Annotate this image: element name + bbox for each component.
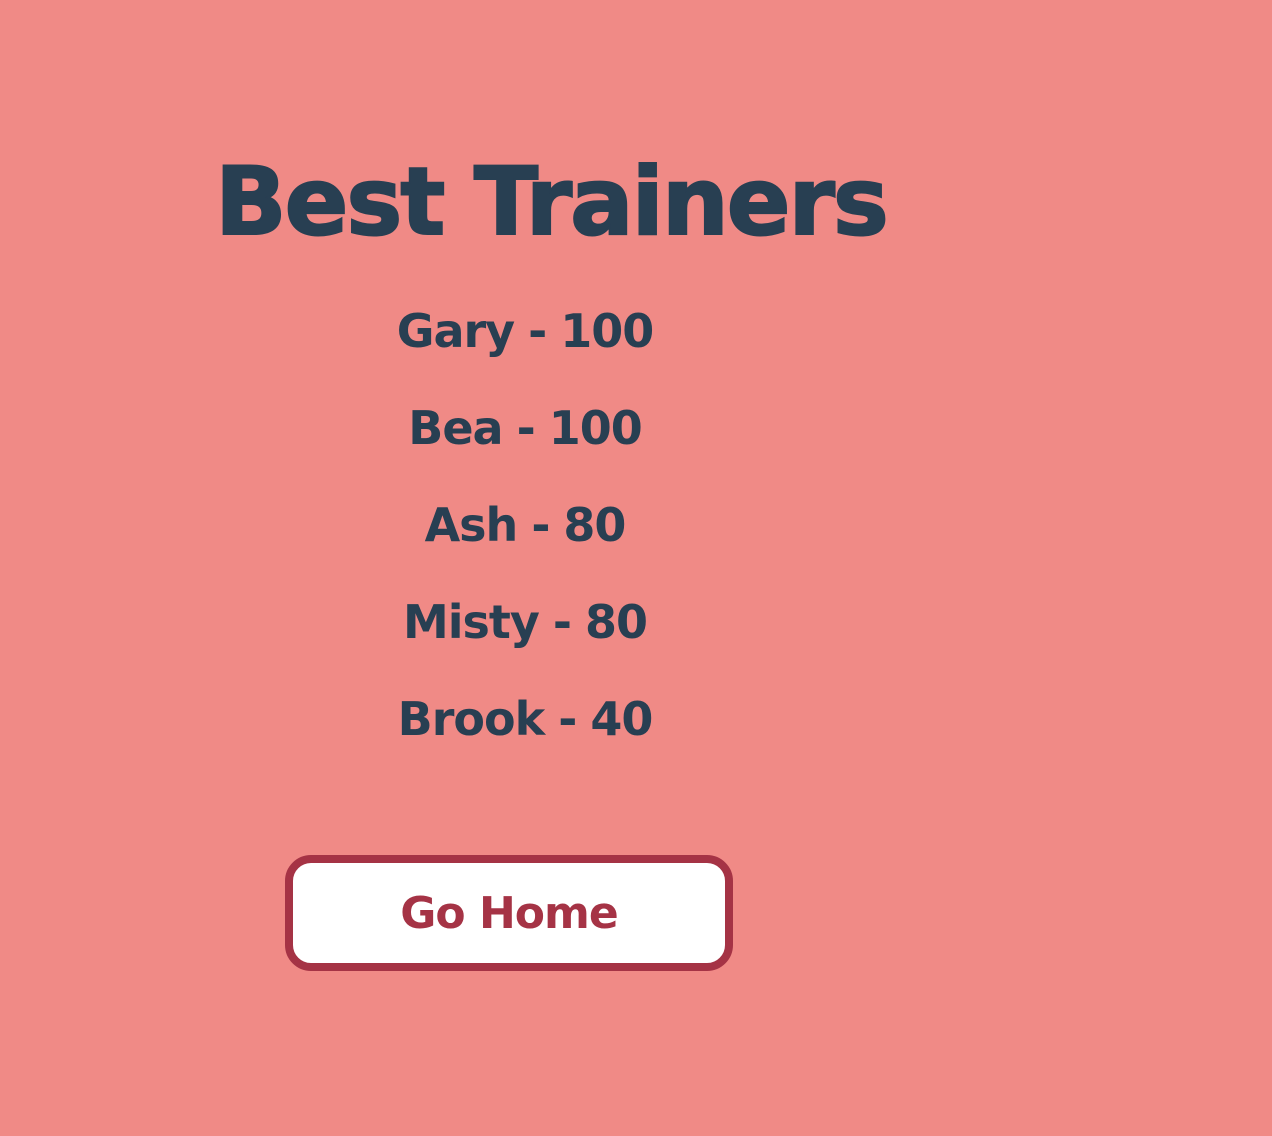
trainer-score: 80 [563,498,626,552]
trainer-name: Ash [424,498,519,552]
go-home-button[interactable]: Go Home [285,855,733,971]
trainer-entry-ash: Ash - 80 [350,494,700,591]
page-title: Best Trainers [214,147,890,258]
trainer-entry-brook: Brook - 40 [350,688,700,785]
trainer-separator: - [531,498,550,552]
trainer-separator: - [558,692,577,746]
trainer-score: 100 [548,401,643,455]
trainer-score: 80 [584,595,648,649]
trainer-name: Gary [396,304,515,358]
trainer-score: 100 [560,304,654,358]
trainer-entry-gary: Gary - 100 [350,300,700,397]
trainer-separator: - [516,401,536,455]
trainer-name: Bea [408,401,503,455]
trainer-entry-misty: Misty - 80 [350,591,700,688]
trainer-separator: - [528,304,547,358]
trainer-name: Brook [397,692,546,746]
trainer-separator: - [552,595,572,649]
trainer-score: 40 [590,692,653,746]
trainer-entry-bea: Bea - 100 [350,397,700,494]
trainer-leaderboard: Gary - 100 Bea - 100 Ash - 80 Misty - 80… [350,300,700,785]
trainer-name: Misty [402,595,540,649]
